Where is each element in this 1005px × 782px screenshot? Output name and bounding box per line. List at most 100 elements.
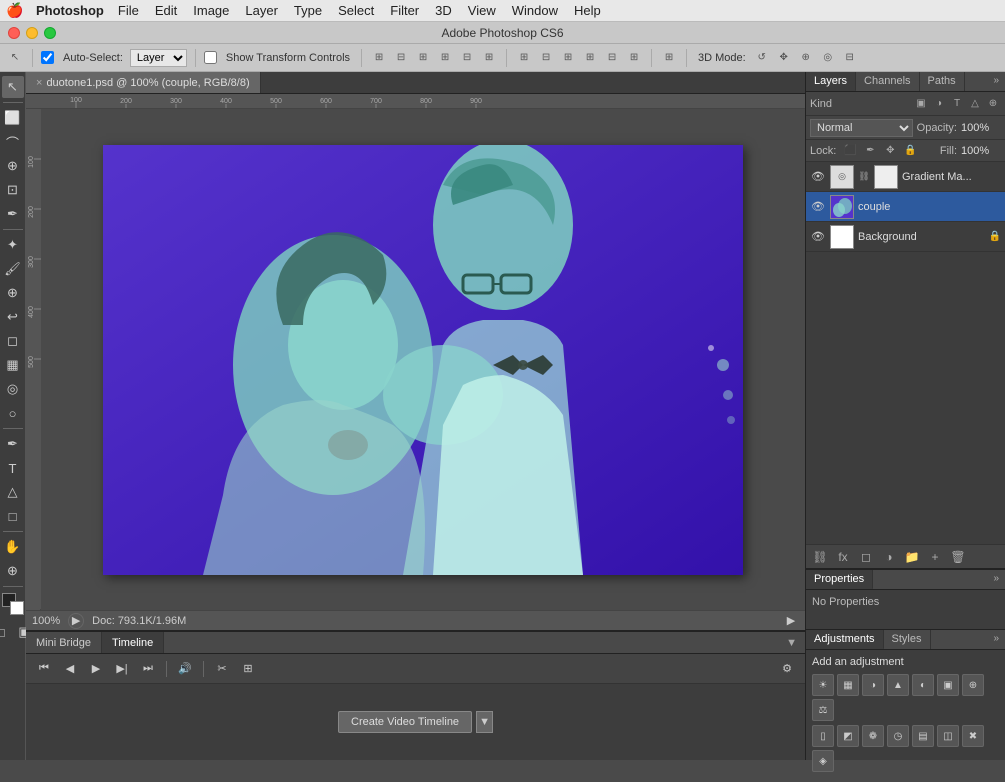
gradient-tool[interactable]: ▦ <box>2 354 24 376</box>
3d-rotate-icon[interactable]: ↺ <box>753 49 771 67</box>
apple-menu[interactable]: 🍎 <box>0 2 30 19</box>
3d-zoom-icon[interactable]: ⊕ <box>797 49 815 67</box>
move-tool[interactable]: ↖ <box>2 76 24 98</box>
shape-tool[interactable]: □ <box>2 505 24 527</box>
filter-adj-icon[interactable]: ◑ <box>931 96 947 112</box>
clone-tool[interactable]: ⊕ <box>2 282 24 304</box>
distribute-icon-6[interactable]: ⊞ <box>625 49 643 67</box>
auto-select-checkbox[interactable] <box>41 51 54 64</box>
filter-smart-icon[interactable]: ⊕ <box>985 96 1001 112</box>
adj-gradientmap-icon[interactable]: ✖ <box>962 725 984 747</box>
fill-value[interactable]: 100% <box>961 145 1001 157</box>
menu-photoshop[interactable]: Photoshop <box>30 0 110 21</box>
close-panel-btn[interactable]: ▼ <box>778 632 805 653</box>
adj-channelmix-icon[interactable]: ◩ <box>837 725 859 747</box>
align-bottom-icon[interactable]: ⊞ <box>480 49 498 67</box>
tl-last-frame[interactable]: ⏭ <box>138 659 158 679</box>
pen-tool[interactable]: ✒ <box>2 433 24 455</box>
scroll-right-btn[interactable]: ▶ <box>783 613 799 629</box>
hand-tool[interactable]: ✋ <box>2 536 24 558</box>
adjustments-tab[interactable]: Adjustments <box>806 630 884 649</box>
paths-tab[interactable]: Paths <box>920 72 965 91</box>
align-center-v-icon[interactable]: ⊟ <box>458 49 476 67</box>
menu-edit[interactable]: Edit <box>147 0 185 21</box>
close-button[interactable] <box>8 27 20 39</box>
filter-pixel-icon[interactable]: ▣ <box>913 96 929 112</box>
adj-photofilter-icon[interactable]: ▯ <box>812 725 834 747</box>
adj-curves-icon[interactable]: ◑ <box>862 674 884 696</box>
channels-tab[interactable]: Channels <box>856 72 919 91</box>
background-color[interactable] <box>10 601 24 615</box>
lasso-tool[interactable]: ⌒ <box>2 131 24 153</box>
history-tool[interactable]: ↩ <box>2 306 24 328</box>
adj-brightness-icon[interactable]: ☀ <box>812 674 834 696</box>
layer-adj-icon[interactable]: ◑ <box>879 547 899 567</box>
standard-mode[interactable]: □ <box>0 621 12 643</box>
align-center-h-icon[interactable]: ⊟ <box>392 49 410 67</box>
distribute-icon-1[interactable]: ⊞ <box>515 49 533 67</box>
tl-split[interactable]: ⊞ <box>238 659 258 679</box>
adj-expand[interactable]: » <box>987 630 1005 649</box>
distribute-icon-3[interactable]: ⊞ <box>559 49 577 67</box>
adj-colorbalance-icon[interactable]: ⊕ <box>962 674 984 696</box>
layer-mask-icon[interactable]: ◻ <box>856 547 876 567</box>
menu-layer[interactable]: Layer <box>237 0 286 21</box>
layer-1-visibility[interactable]: 👁 <box>810 169 826 185</box>
tl-play[interactable]: ▶ <box>86 659 106 679</box>
menu-window[interactable]: Window <box>504 0 566 21</box>
tl-next-frame[interactable]: ▶| <box>112 659 132 679</box>
layer-link-icon[interactable]: ⛓ <box>810 547 830 567</box>
tab-close[interactable]: × <box>36 77 42 89</box>
properties-tab[interactable]: Properties <box>806 570 873 589</box>
tl-audio[interactable]: 🔊 <box>175 659 195 679</box>
layer-2-visibility[interactable]: 👁 <box>810 199 826 215</box>
3d-orbit-icon[interactable]: ◎ <box>819 49 837 67</box>
timeline-tab[interactable]: Timeline <box>102 632 164 653</box>
layers-tab[interactable]: Layers <box>806 72 856 91</box>
styles-tab[interactable]: Styles <box>884 630 931 649</box>
filter-shape-icon[interactable]: △ <box>967 96 983 112</box>
align-right-icon[interactable]: ⊞ <box>414 49 432 67</box>
lock-paint-icon[interactable]: ✒ <box>862 143 878 159</box>
eraser-tool[interactable]: ◻ <box>2 330 24 352</box>
maximize-button[interactable] <box>44 27 56 39</box>
layer-delete-icon[interactable]: 🗑 <box>948 547 968 567</box>
minimize-button[interactable] <box>26 27 38 39</box>
lock-all-icon[interactable]: 🔒 <box>902 143 918 159</box>
layer-folder-icon[interactable]: 📁 <box>902 547 922 567</box>
menu-type[interactable]: Type <box>286 0 330 21</box>
adj-bw-icon[interactable]: ⚖ <box>812 699 834 721</box>
tl-first-frame[interactable]: ⏮ <box>34 659 54 679</box>
3d-extra-icon[interactable]: ⊟ <box>841 49 859 67</box>
menu-3d[interactable]: 3D <box>427 0 460 21</box>
healing-tool[interactable]: ✦ <box>2 234 24 256</box>
opacity-value[interactable]: 100% <box>961 122 1001 134</box>
show-transform-checkbox[interactable] <box>204 51 217 64</box>
zoom-indicator[interactable]: ▶ <box>68 613 84 629</box>
create-timeline-dropdown[interactable]: ▼ <box>476 711 493 733</box>
layer-gradient-map[interactable]: 👁 ◎ ⛓ Gradient Ma... <box>806 162 1005 192</box>
marquee-tool[interactable]: ⬜ <box>2 107 24 129</box>
menu-select[interactable]: Select <box>330 0 382 21</box>
filter-text-icon[interactable]: T <box>949 96 965 112</box>
lock-move-icon[interactable]: ✥ <box>882 143 898 159</box>
tl-cut[interactable]: ✂ <box>212 659 232 679</box>
properties-expand[interactable]: » <box>987 570 1005 589</box>
path-tool[interactable]: △ <box>2 481 24 503</box>
auto-select-dropdown[interactable]: Layer Group <box>130 49 187 67</box>
adj-levels-icon[interactable]: ▦ <box>837 674 859 696</box>
canvas-container[interactable] <box>41 109 805 610</box>
dodge-tool[interactable]: ○ <box>2 402 24 424</box>
adj-exposure-icon[interactable]: ▲ <box>887 674 909 696</box>
adj-invert-icon[interactable]: ◷ <box>887 725 909 747</box>
blur-tool[interactable]: ◎ <box>2 378 24 400</box>
menu-image[interactable]: Image <box>185 0 237 21</box>
tl-prev-frame[interactable]: ◀ <box>60 659 80 679</box>
text-tool[interactable]: T <box>2 457 24 479</box>
zoom-tool[interactable]: ⊕ <box>2 560 24 582</box>
distribute-icon-4[interactable]: ⊞ <box>581 49 599 67</box>
adj-threshold-icon[interactable]: ◫ <box>937 725 959 747</box>
eyedropper-tool[interactable]: ✒ <box>2 203 24 225</box>
fg-bg-colors[interactable] <box>2 593 24 615</box>
crop-tool[interactable]: ⊡ <box>2 179 24 201</box>
